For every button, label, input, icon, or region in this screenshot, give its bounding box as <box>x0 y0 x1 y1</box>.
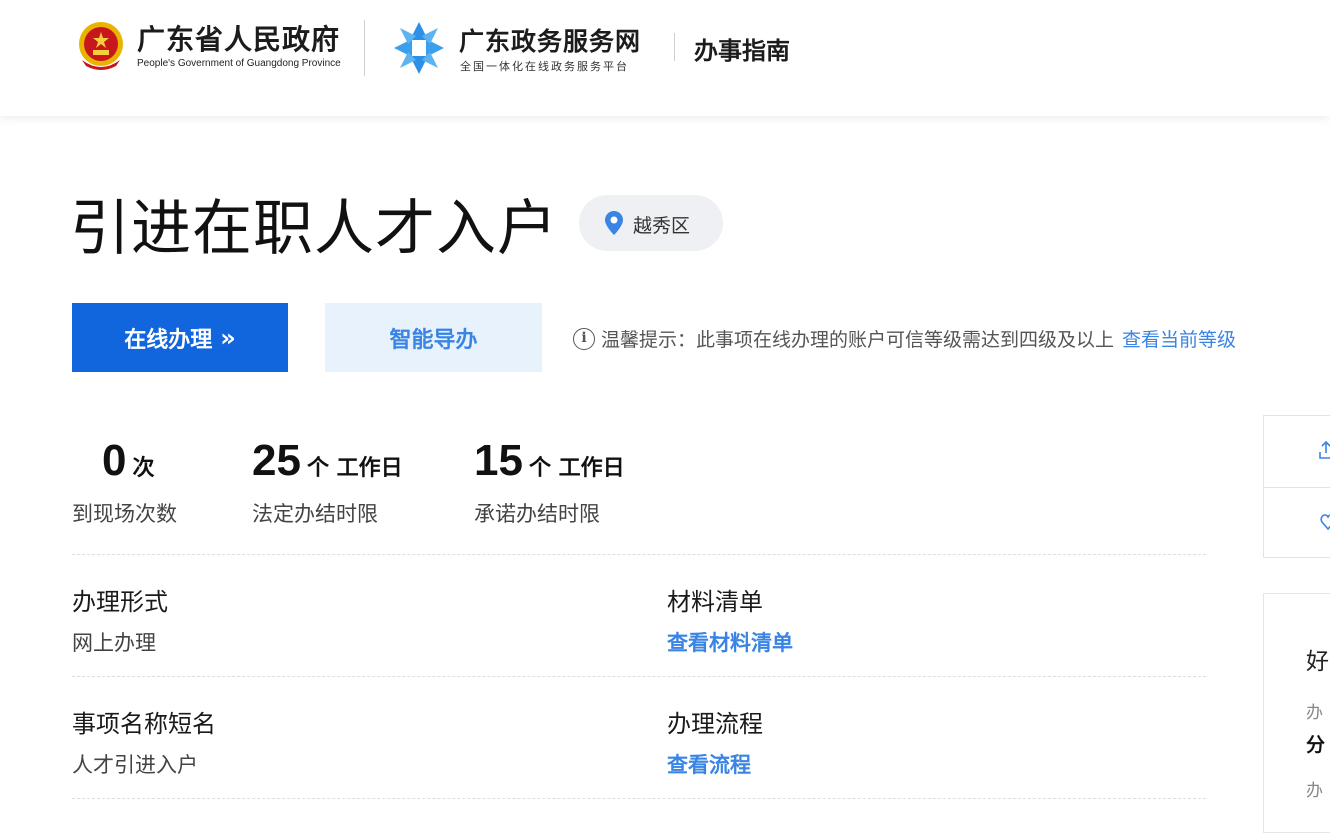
notice-tip: i 温馨提示：此事项在线办理的账户可信等级需达到四级及以上 查看当前等级 <box>573 325 1236 352</box>
field-name: 办理形式 <box>72 588 168 616</box>
rating-card-score: 分 <box>1306 734 1326 756</box>
side-toolbar <box>1263 415 1330 558</box>
field-value: 人才引进入户 <box>72 753 198 777</box>
site-header: 广东省人民政府 People's Government of Guangdong… <box>0 0 1330 116</box>
rating-card-text: 办 <box>1306 703 1323 723</box>
chevron-right-icon: » <box>220 323 236 352</box>
stat-promised-limit: 15 个 工作日 承诺办结时限 <box>474 436 625 526</box>
view-process-link[interactable]: 查看流程 <box>667 749 763 779</box>
stat-label: 承诺办结时限 <box>474 502 600 526</box>
field-name: 事项名称短名 <box>72 710 216 738</box>
field-name: 办理流程 <box>667 710 763 738</box>
field-process: 办理流程 查看流程 <box>667 704 763 779</box>
share-icon[interactable] <box>1318 440 1330 460</box>
rating-card-title: 好 <box>1306 649 1329 675</box>
stat-unit: 个 工作日 <box>528 456 625 481</box>
smart-guide-label: 智能导办 <box>389 327 478 353</box>
side-divider <box>1264 487 1330 488</box>
stat-label: 法定办结时限 <box>252 502 378 526</box>
stat-value: 0 <box>102 436 127 485</box>
region-label: 越秀区 <box>633 215 691 237</box>
stat-legal-limit: 25 个 工作日 法定办结时限 <box>252 436 403 526</box>
location-pin-icon <box>605 211 623 235</box>
gov-name[interactable]: 广东省人民政府 <box>137 18 340 58</box>
service-name[interactable]: 广东政务服务网 <box>459 22 641 58</box>
stat-unit: 次 <box>132 456 155 481</box>
header-divider <box>674 33 675 61</box>
favorite-icon[interactable] <box>1320 512 1330 532</box>
section-title: 办事指南 <box>694 37 790 65</box>
rating-card-text: 办 <box>1306 781 1323 801</box>
field-short-name: 事项名称短名 人才引进入户 <box>72 704 216 779</box>
stat-unit: 个 工作日 <box>306 456 403 481</box>
view-level-link[interactable]: 查看当前等级 <box>1122 325 1236 352</box>
notice-text: 温馨提示：此事项在线办理的账户可信等级需达到四级及以上 <box>601 329 1115 351</box>
view-materials-link[interactable]: 查看材料清单 <box>667 627 793 657</box>
stat-visits: 0次 到现场次数 <box>72 436 177 526</box>
national-emblem-icon <box>79 22 123 70</box>
divider <box>72 554 1206 555</box>
field-form: 办理形式 网上办理 <box>72 582 168 657</box>
field-materials: 材料清单 查看材料清单 <box>667 582 793 657</box>
info-icon: i <box>573 327 595 350</box>
stat-value: 15 <box>474 436 523 485</box>
service-subtitle: 全国一体化在线政务服务平台 <box>460 60 629 73</box>
online-apply-label: 在线办理 <box>124 327 213 353</box>
stat-value: 25 <box>252 436 301 485</box>
divider <box>72 798 1206 799</box>
online-apply-button[interactable]: 在线办理 » <box>72 303 288 372</box>
service-logo-icon <box>394 22 444 74</box>
gov-name-en: People's Government of Guangdong Provinc… <box>137 58 341 69</box>
rating-card: 好 办 分 办 <box>1263 593 1330 833</box>
region-badge: 越秀区 <box>579 195 723 251</box>
stat-label: 到现场次数 <box>72 502 177 526</box>
field-value: 网上办理 <box>72 631 156 655</box>
header-divider <box>364 20 365 76</box>
page-title: 引进在职人才入户 <box>70 194 558 264</box>
smart-guide-button[interactable]: 智能导办 <box>325 303 542 372</box>
divider <box>72 676 1206 677</box>
field-name: 材料清单 <box>667 588 763 616</box>
